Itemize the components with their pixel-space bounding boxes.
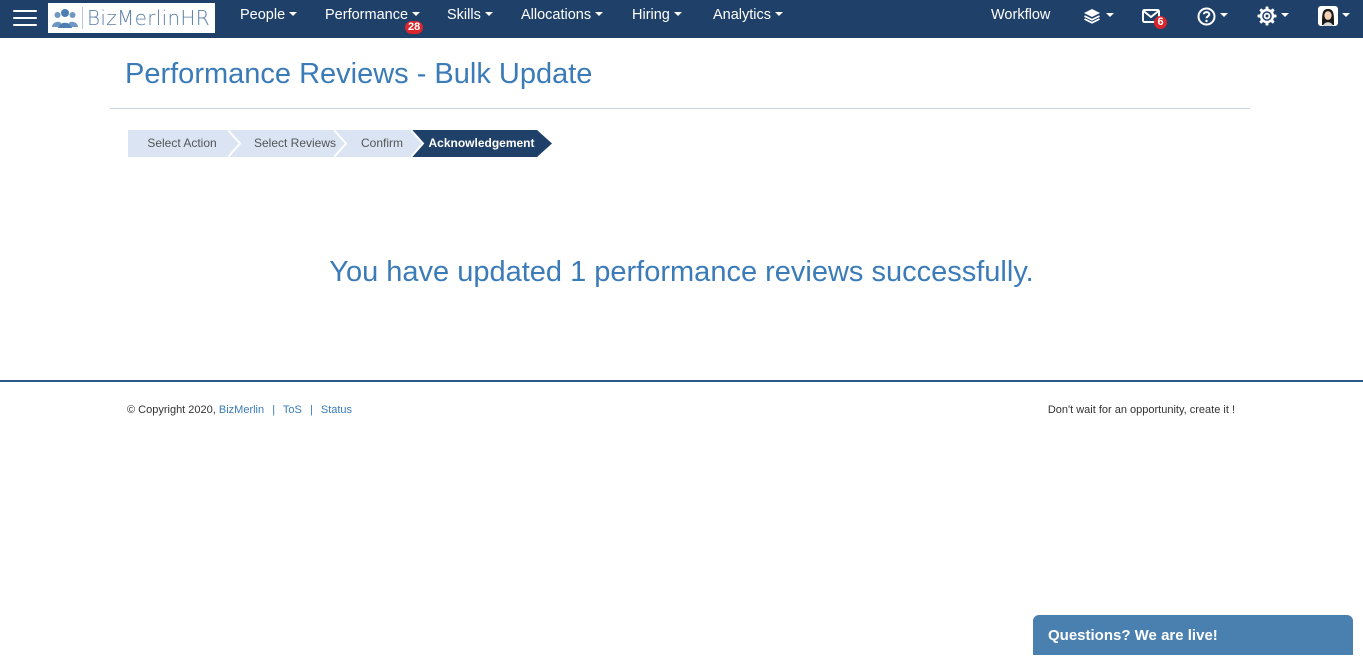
step-select-action[interactable]: Select Action: [128, 130, 240, 157]
nav-performance[interactable]: Performance: [325, 0, 421, 38]
layers-menu[interactable]: [1082, 0, 1114, 35]
brand-logo[interactable]: BizMerlinHR: [48, 3, 215, 33]
success-message: You have updated 1 performance reviews s…: [329, 256, 1034, 288]
caret-down-icon: [1281, 13, 1289, 17]
help-icon: [1197, 7, 1216, 25]
caret-down-icon: [673, 12, 682, 17]
people-logo-icon: [52, 9, 78, 28]
step-label: Select Action: [147, 136, 217, 150]
layers-icon: [1084, 9, 1100, 24]
caret-down-icon: [1342, 13, 1350, 17]
avatar: [1318, 6, 1338, 26]
nav-skills[interactable]: Skills: [447, 0, 493, 38]
tos-link[interactable]: ToS: [283, 404, 302, 416]
performance-badge: 28: [405, 21, 424, 34]
caret-down-icon: [1220, 13, 1228, 17]
step-label: Acknowledgement: [428, 136, 535, 150]
live-chat-button[interactable]: Questions? We are live!: [1033, 615, 1353, 655]
footer-tagline: Don't wait for an opportunity, create it…: [1047, 404, 1235, 416]
separator: |: [272, 404, 276, 416]
nav-label: Skills: [447, 7, 481, 23]
nav-label: Hiring: [632, 7, 670, 23]
gear-icon: [1257, 6, 1277, 26]
menu-icon[interactable]: [13, 7, 37, 29]
nav-people[interactable]: People: [240, 0, 298, 38]
nav-label: People: [240, 7, 286, 23]
caret-down-icon: [484, 12, 493, 17]
help-menu[interactable]: [1197, 0, 1228, 35]
caret-down-icon: [412, 12, 421, 17]
caret-down-icon: [1106, 13, 1114, 17]
title-divider: [110, 108, 1250, 109]
nav-label: Allocations: [521, 7, 592, 23]
top-navbar: BizMerlinHR People Performance 28 Skills…: [0, 0, 1363, 38]
status-link[interactable]: Status: [321, 404, 352, 416]
footer-divider: [0, 380, 1363, 382]
nav-label: Analytics: [713, 7, 772, 23]
settings-menu[interactable]: [1257, 0, 1289, 35]
nav-analytics[interactable]: Analytics: [713, 0, 784, 38]
footer-links: © Copyright 2020, BizMerlin | ToS | Stat…: [127, 404, 352, 416]
caret-down-icon: [775, 12, 784, 17]
caret-down-icon: [595, 12, 604, 17]
brand-name: BizMerlinHR: [82, 7, 210, 29]
mail-badge: 6: [1154, 16, 1167, 29]
bizmerlin-link[interactable]: BizMerlin: [219, 404, 264, 416]
user-menu[interactable]: [1318, 0, 1350, 35]
nav-allocations[interactable]: Allocations: [521, 0, 604, 38]
nav-label: Performance: [325, 7, 409, 23]
step-label: Select Reviews: [253, 136, 337, 150]
caret-down-icon: [289, 12, 298, 17]
copyright-text: © Copyright 2020,: [127, 404, 216, 416]
page-title: Performance Reviews - Bulk Update: [125, 58, 593, 90]
step-acknowledgement[interactable]: Acknowledgement: [411, 130, 552, 157]
step-label: Confirm: [360, 136, 403, 150]
nav-hiring[interactable]: Hiring: [632, 0, 682, 38]
separator: |: [309, 404, 313, 416]
nav-workflow[interactable]: Workflow: [991, 0, 1050, 38]
